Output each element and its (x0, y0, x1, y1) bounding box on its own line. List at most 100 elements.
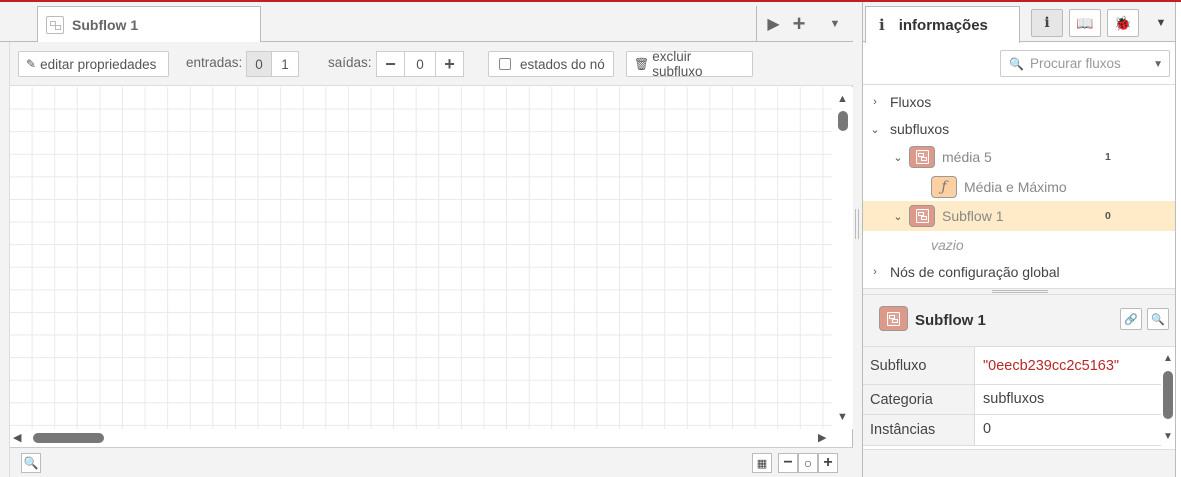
tree-item-flows[interactable]: › Fluxos (863, 87, 1175, 117)
inputs-option-1-label: 1 (281, 56, 289, 72)
chevron-down-icon: ▼ (829, 18, 841, 30)
tree-item-subflow-1-count: 0 (1105, 210, 1111, 222)
horizontal-scroll-thumb[interactable] (33, 433, 104, 443)
add-flow-button[interactable]: + (782, 6, 816, 42)
tab-subflow-1[interactable]: Subflow 1 (37, 6, 261, 43)
property-row: Subfluxo "0eecb239cc2c5163" (863, 347, 1161, 385)
tree-item-flows-label: Fluxos (890, 94, 932, 110)
function-icon: ƒ (931, 176, 957, 198)
tree-item-empty-label: vazio (931, 237, 964, 253)
bug-icon: 🐞 (1114, 14, 1132, 31)
scroll-up-icon: ▲ (837, 93, 848, 105)
search-nodes-button[interactable]: 🔍 (21, 453, 41, 473)
outputs-decrement-button[interactable]: − (376, 51, 405, 77)
book-icon: 📖 (1076, 14, 1094, 31)
subflow-icon (46, 16, 64, 34)
chevron-down-icon: ⌄ (893, 151, 903, 164)
tree-item-global-config[interactable]: › Nós de configuração global (863, 257, 1175, 287)
delete-subflow-button[interactable]: 🗑 excluir subfluxo (626, 49, 753, 79)
info-title: Subflow 1 (915, 312, 986, 329)
vertical-scroll-thumb[interactable] (838, 111, 848, 131)
workspace: Subflow 1 ▶ + ▼ ✎ editar propriedades en… (0, 2, 853, 477)
zoom-in-icon: + (823, 454, 833, 471)
scroll-down-icon: ▼ (837, 411, 848, 423)
outputs-count-value: 0 (416, 56, 424, 72)
zoom-out-icon: − (783, 454, 793, 471)
subflow-icon (887, 311, 900, 326)
outputs-increment-button[interactable]: + (435, 51, 464, 77)
link-icon: 🔗 (1124, 313, 1138, 326)
tab-label: Subflow 1 (72, 17, 139, 33)
property-value: subfluxos (983, 391, 1045, 407)
subflow-icon (915, 209, 929, 223)
node-status-toggle[interactable]: estados do nó (488, 51, 614, 77)
info-icon: i (1044, 15, 1050, 31)
tree-item-media-5[interactable]: ⌄ média 5 1 (863, 142, 1175, 172)
inputs-option-0-label: 0 (255, 56, 263, 72)
chevron-down-icon: ⌄ (893, 210, 903, 223)
property-value: 0 (983, 421, 992, 437)
tree-item-subflows[interactable]: ⌄ subfluxos (863, 114, 1175, 144)
search-icon: 🔍 (1009, 56, 1024, 71)
property-key: Subfluxo (863, 347, 975, 384)
pencil-icon: ✎ (26, 57, 37, 71)
subflow-node-icon (879, 306, 908, 331)
resize-grip (855, 209, 859, 239)
search-icon: 🔍 (1151, 313, 1165, 326)
sidebar-info-button[interactable]: i (1031, 9, 1063, 37)
navigator-button[interactable]: ▦ (752, 453, 772, 473)
tree-item-media-max[interactable]: ƒ Média e Máximo (863, 172, 1175, 202)
sidebar-splitter[interactable] (863, 288, 1175, 295)
property-value: "0eecb239cc2c5163" (983, 358, 1120, 374)
outputs-label: saídas: (328, 55, 372, 70)
minus-icon: − (385, 53, 396, 74)
scroll-down-icon: ▼ (1163, 431, 1173, 442)
subflow-icon (915, 150, 929, 164)
property-row: Categoria subfluxos (863, 385, 1161, 415)
scroll-left-icon: ◀ (13, 432, 22, 444)
tab-menu-button[interactable]: ▼ (818, 6, 852, 42)
map-icon: ▦ (756, 457, 768, 470)
tab-info[interactable]: i informações (865, 6, 1020, 43)
inputs-label: entradas: (186, 55, 243, 70)
zoom-in-button[interactable]: + (818, 453, 838, 473)
outputs-count-field[interactable]: 0 (404, 51, 436, 77)
sidebar-help-button[interactable]: 📖 (1069, 9, 1101, 37)
property-key: Instâncias (863, 415, 975, 445)
edit-properties-label: editar propriedades (40, 56, 157, 72)
checkbox-icon (499, 58, 511, 70)
flow-canvas[interactable] (10, 87, 832, 429)
subflow-node-icon (909, 205, 935, 227)
canvas-vertical-scrollbar[interactable]: ▲ ▼ (832, 87, 853, 429)
zoom-out-button[interactable]: − (778, 453, 798, 473)
sidebar-debug-button[interactable]: 🐞 (1107, 9, 1139, 37)
reveal-button[interactable]: 🔍 (1147, 308, 1169, 330)
copy-link-button[interactable]: 🔗 (1120, 308, 1142, 330)
canvas-horizontal-scrollbar[interactable]: ◀ ▶ (10, 429, 832, 447)
tree-item-media-5-count: 1 (1105, 151, 1111, 163)
tree-item-subflow-1[interactable]: ⌄ Subflow 1 0 (863, 201, 1175, 231)
chevron-right-icon: › (873, 266, 877, 278)
tree-item-subflow-1-label: Subflow 1 (942, 208, 1004, 224)
edit-properties-button[interactable]: ✎ editar propriedades (18, 51, 169, 77)
outline-tree: › Fluxos ⌄ subfluxos ⌄ média 5 1 ƒ Média… (863, 86, 1175, 286)
tree-item-subflows-label: subfluxos (890, 121, 950, 137)
inputs-option-1[interactable]: 1 (271, 51, 299, 77)
inputs-option-0[interactable]: 0 (246, 51, 272, 77)
info-header: Subflow 1 🔗 🔍 (863, 295, 1175, 347)
workspace-footer: 🔍 ▦ − ○ + (10, 447, 853, 477)
sidebar-menu-button[interactable]: ▼ (1145, 9, 1177, 37)
properties-scroll-thumb[interactable] (1163, 371, 1173, 419)
search-flows-input[interactable]: 🔍 Procurar fluxos ▼ (1000, 50, 1170, 77)
tree-item-global-config-label: Nós de configuração global (890, 264, 1060, 280)
properties-scrollbar[interactable]: ▲ ▼ (1161, 347, 1175, 449)
tree-item-empty: vazio (863, 230, 1175, 260)
sidebar-tools: 🔍 Procurar fluxos ▼ (863, 42, 1175, 85)
node-status-label: estados do nó (520, 56, 605, 72)
zoom-reset-button[interactable]: ○ (798, 453, 818, 473)
splitter-grip (992, 290, 1048, 293)
sidebar-separator[interactable] (853, 2, 862, 477)
chevron-right-icon: › (873, 96, 877, 108)
property-key: Categoria (863, 385, 975, 414)
workspace-tabbar: Subflow 1 ▶ + ▼ (0, 2, 853, 43)
